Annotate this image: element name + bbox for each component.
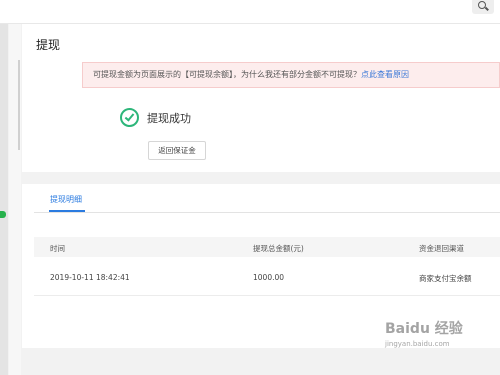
rail-scroll-mark [18, 60, 20, 150]
watermark-main: Baidu 经验 [385, 321, 463, 337]
page-title: 提现 [36, 38, 61, 52]
column-header-time: 时间 [50, 244, 65, 253]
cell-channel: 商家支付宝余额 [419, 274, 472, 283]
watermark-sub: jingyan.baidu.com [385, 340, 450, 348]
side-tab-marker[interactable] [0, 211, 6, 218]
column-header-amount: 提现总金额(元) [253, 244, 304, 253]
cell-amount: 1000.00 [253, 273, 285, 282]
back-to-deposit-button[interactable]: 返回保证金 [148, 141, 206, 160]
search-icon-handle [485, 6, 489, 11]
search-icon[interactable] [472, 0, 494, 14]
sidebar-rail [9, 24, 21, 375]
table-row: 2019-10-11 18:42:41 1000.00 商家支付宝余额 [34, 261, 500, 296]
column-header-channel: 资金退回渠道 [419, 244, 464, 253]
tab-withdraw-details[interactable]: 提现明细 [50, 194, 82, 205]
tab-divider [34, 212, 500, 213]
notice-link[interactable]: 点此查看原因 [361, 70, 409, 79]
withdraw-card: 提现 可提现金额为页面展示的【可提现余额】，为什么我还有部分金额不可提现？点此查… [22, 24, 500, 172]
notice-banner: 可提现金额为页面展示的【可提现余额】，为什么我还有部分金额不可提现？点此查看原因 [82, 62, 500, 88]
left-edge [0, 24, 8, 375]
cell-time: 2019-10-11 18:42:41 [50, 273, 130, 282]
notice-text: 可提现金额为页面展示的【可提现余额】，为什么我还有部分金额不可提现？ [93, 70, 361, 79]
top-bar [0, 0, 500, 24]
table-header: 时间 提现总金额(元) 资金退回渠道 [34, 237, 500, 257]
success-text: 提现成功 [147, 112, 191, 125]
check-circle-icon [120, 108, 139, 127]
baidu-watermark: Baidu 经验 jingyan.baidu.com [385, 318, 500, 368]
check-mark [124, 111, 135, 122]
